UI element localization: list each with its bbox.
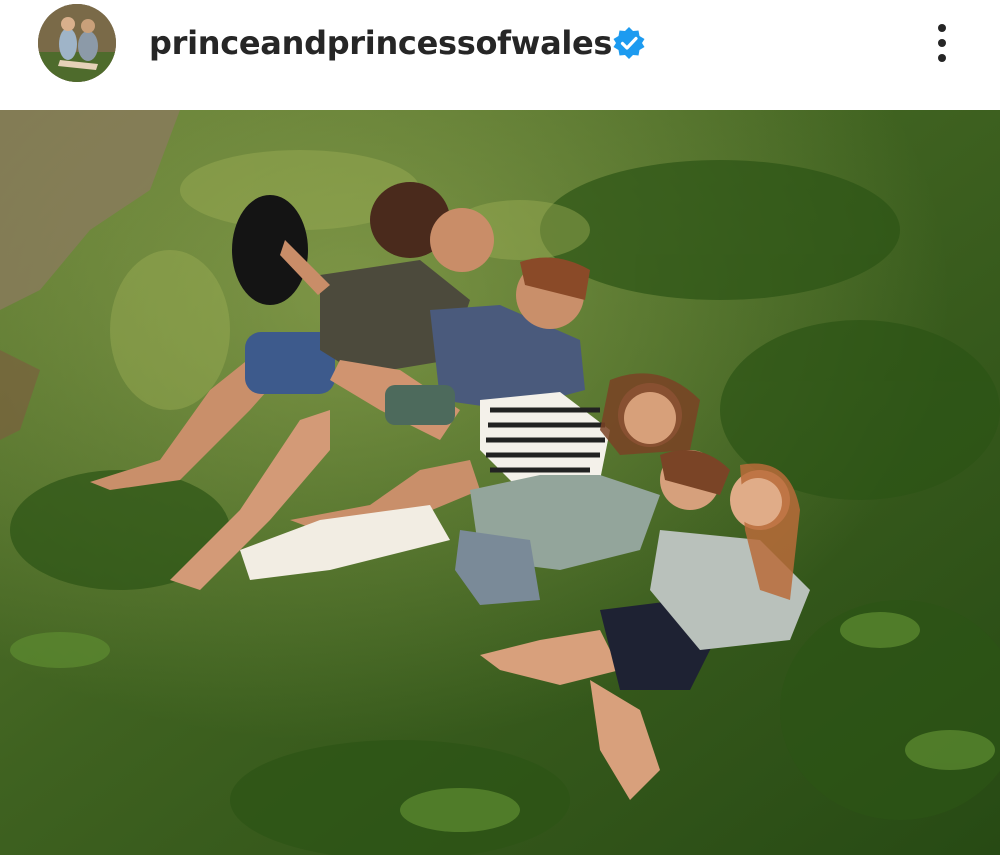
verified-badge-icon (612, 26, 646, 60)
username[interactable]: princeandprincessofwales (149, 22, 612, 64)
more-dot (938, 54, 946, 62)
avatar-image (38, 4, 116, 82)
post-header: princeandprincessofwales (0, 0, 1000, 110)
more-dot (938, 39, 946, 47)
post-photo[interactable] (0, 110, 1000, 855)
more-dot (938, 24, 946, 32)
more-options-icon[interactable] (920, 18, 964, 68)
profile-avatar[interactable] (38, 4, 116, 82)
family-on-grass-photo (0, 110, 1000, 855)
